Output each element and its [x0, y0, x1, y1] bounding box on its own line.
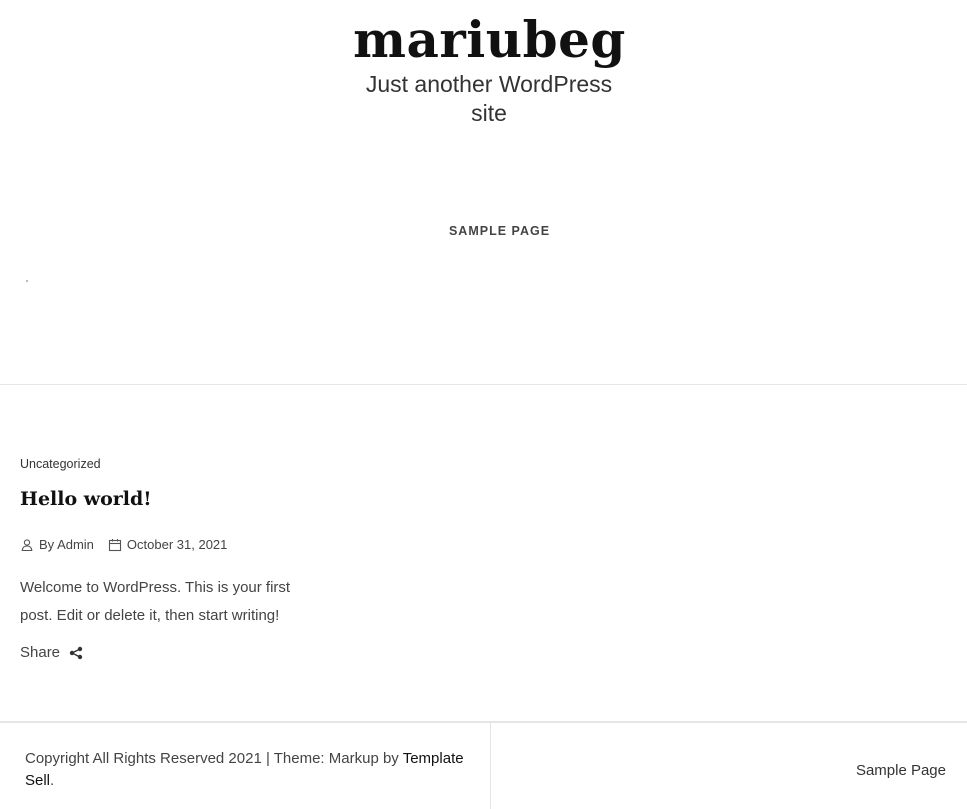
- share-icon[interactable]: [69, 646, 83, 660]
- post-title: Hello world!: [20, 488, 152, 510]
- share-label: Share: [20, 644, 61, 661]
- user-icon: [21, 538, 33, 551]
- post-author[interactable]: By Admin: [39, 537, 94, 552]
- footer-nav-sample-page[interactable]: Sample Page: [856, 762, 946, 779]
- post-title-link[interactable]: Hello world!: [20, 488, 152, 510]
- share-button[interactable]: Share: [20, 644, 83, 661]
- post-date[interactable]: October 31, 2021: [127, 537, 227, 552]
- post-category[interactable]: Uncategorized: [20, 457, 101, 471]
- decorative-dot: [26, 280, 28, 282]
- site-title[interactable]: mariubeg: [0, 8, 967, 72]
- primary-nav: SAMPLE PAGE: [0, 222, 967, 240]
- site-footer: Copyright All Rights Reserved 2021 | The…: [0, 721, 967, 809]
- nav-item-sample-page[interactable]: SAMPLE PAGE: [449, 224, 550, 238]
- site-header: mariubeg Just another WordPress site SAM…: [0, 0, 967, 385]
- site-tagline: Just another WordPress site: [365, 71, 613, 126]
- post-meta: By Admin October 31, 2021: [20, 537, 227, 552]
- post-date-wrap: October 31, 2021: [108, 537, 227, 552]
- calendar-icon: [108, 538, 121, 551]
- copyright-text: Copyright All Rights Reserved 2021 | The…: [25, 750, 399, 767]
- post-excerpt: Welcome to WordPress. This is your first…: [20, 579, 291, 624]
- copyright: Copyright All Rights Reserved 2021 | The…: [25, 748, 475, 792]
- footer-left: Copyright All Rights Reserved 2021 | The…: [0, 723, 491, 809]
- credit-suffix: .: [50, 772, 55, 789]
